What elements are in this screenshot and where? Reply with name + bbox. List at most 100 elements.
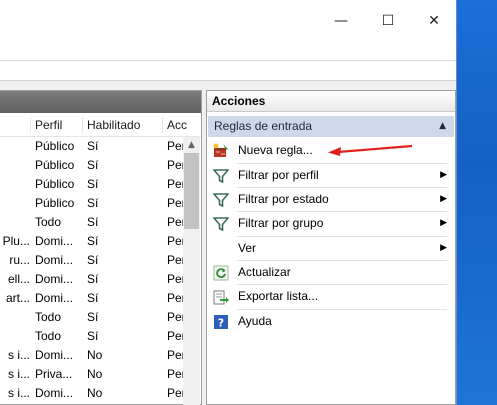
rule-name-cell: ell... xyxy=(7,272,30,286)
action-cell: Per xyxy=(167,177,183,191)
action-cell: Per xyxy=(167,348,183,362)
collapse-icon[interactable]: ▲ xyxy=(439,116,446,137)
submenu-arrow-icon: ▶ xyxy=(440,218,447,228)
column-headers: Perfil Habilitado Acc xyxy=(0,114,201,137)
enabled-cell: Sí xyxy=(87,272,99,286)
column-header-enabled[interactable]: Habilitado xyxy=(87,114,140,136)
desktop-background xyxy=(457,0,497,405)
enabled-cell: Sí xyxy=(87,215,99,229)
profile-cell: Público xyxy=(35,196,75,210)
table-row[interactable]: art... Domi... Sí Per xyxy=(0,289,183,308)
action-label: Ayuda xyxy=(238,314,272,328)
close-button[interactable]: ✕ xyxy=(422,10,446,32)
rule-name-cell: ru... xyxy=(9,253,30,267)
profile-cell: Domi... xyxy=(35,234,74,248)
action-cell: Per xyxy=(167,310,183,324)
enabled-cell: No xyxy=(87,348,103,362)
action-cell: Per xyxy=(167,386,183,400)
actions-title: Acciones xyxy=(207,91,455,112)
table-row[interactable]: ru... Domi... Sí Per xyxy=(0,251,183,270)
action-cell: Per xyxy=(167,329,183,343)
submenu-arrow-icon: ▶ xyxy=(440,170,447,180)
rule-name-cell: s i... xyxy=(7,386,30,400)
column-divider[interactable] xyxy=(30,117,31,133)
table-row[interactable]: s i... Domi... No Per xyxy=(0,346,183,365)
rules-list-pane: Perfil Habilitado Acc PúblicoSíPerPúblic… xyxy=(0,90,202,405)
export-icon xyxy=(213,290,229,305)
profile-cell: Público xyxy=(35,158,75,172)
action-label: Actualizar xyxy=(238,265,291,279)
profile-cell: Domi... xyxy=(35,291,74,305)
profile-cell: Público xyxy=(35,177,75,191)
table-row[interactable]: Todo Sí Per xyxy=(0,327,183,346)
action-cell: Per xyxy=(167,272,183,286)
menu-bar xyxy=(0,60,456,81)
filter-icon xyxy=(213,193,229,208)
action-label: Nueva regla... xyxy=(238,143,313,157)
rules-table: Público Sí Per Público Sí Per Público Sí Per Públ… xyxy=(0,137,183,403)
action-refresh[interactable]: Actualizar xyxy=(207,261,455,284)
new-rule-icon xyxy=(213,143,228,157)
profile-cell: Público xyxy=(35,139,75,153)
minimize-button[interactable]: — xyxy=(329,10,353,32)
action-cell: Per xyxy=(167,367,183,381)
refresh-icon xyxy=(213,265,229,281)
action-export-list[interactable]: Exportar lista... xyxy=(207,285,455,308)
filter-icon xyxy=(213,217,229,232)
profile-cell: Domi... xyxy=(35,348,74,362)
profile-cell: Todo xyxy=(35,310,62,324)
table-row[interactable]: Todo Sí Per xyxy=(0,308,183,327)
action-label: Filtrar por perfil xyxy=(238,168,319,182)
profile-cell: Priva... xyxy=(35,367,73,381)
rule-name-cell: s i... xyxy=(7,348,30,362)
enabled-cell: No xyxy=(87,386,103,400)
action-filter-state[interactable]: Filtrar por estado ▶ xyxy=(207,188,455,211)
table-row[interactable]: s i... Priva... No Per xyxy=(0,365,183,384)
title-bar: — ☐ ✕ xyxy=(0,0,456,60)
profile-cell: Todo xyxy=(35,215,62,229)
action-cell: Per xyxy=(167,253,183,267)
scrollbar-thumb[interactable] xyxy=(184,153,199,229)
rule-name-cell: art... xyxy=(5,291,30,305)
action-help[interactable]: ? Ayuda xyxy=(207,310,455,333)
submenu-arrow-icon: ▶ xyxy=(440,243,447,253)
action-label: Exportar lista... xyxy=(238,289,319,303)
enabled-cell: Sí xyxy=(87,177,99,191)
table-row[interactable]: Público Sí Per xyxy=(0,175,183,194)
table-row[interactable]: Público Sí Per xyxy=(0,156,183,175)
column-divider[interactable] xyxy=(82,117,83,133)
table-row[interactable]: Plu... Domi... Sí Per xyxy=(0,232,183,251)
section-inbound-rules[interactable]: Reglas de entrada ▲ xyxy=(208,116,454,137)
scroll-up-arrow-icon[interactable]: ▲ xyxy=(183,137,200,153)
maximize-button[interactable]: ☐ xyxy=(376,10,400,32)
rule-name-cell: Plu... xyxy=(2,234,30,248)
annotation-arrow xyxy=(328,144,413,156)
action-filter-group[interactable]: Filtrar por grupo ▶ xyxy=(207,212,455,235)
column-divider[interactable] xyxy=(162,117,163,133)
column-header-action[interactable]: Acc xyxy=(167,114,187,136)
action-cell: Per xyxy=(167,158,183,172)
action-label: Filtrar por grupo xyxy=(238,216,324,230)
enabled-cell: Sí xyxy=(87,310,99,324)
profile-cell: Domi... xyxy=(35,253,74,267)
enabled-cell: No xyxy=(87,367,103,381)
table-row[interactable]: ell... Domi... Sí Per xyxy=(0,270,183,289)
table-row[interactable]: Público Sí Per xyxy=(0,137,183,156)
help-icon: ? xyxy=(214,315,228,330)
enabled-cell: Sí xyxy=(87,158,99,172)
mmc-window: — ☐ ✕ Perfil Habilitado Acc Público Sí Per… xyxy=(0,0,457,405)
enabled-cell: Sí xyxy=(87,329,99,343)
table-row[interactable]: Todo Sí Per xyxy=(0,213,183,232)
enabled-cell: Sí xyxy=(87,291,99,305)
enabled-cell: Sí xyxy=(87,253,99,267)
table-row[interactable]: s i... Domi... No Per xyxy=(0,384,183,403)
action-view[interactable]: Ver ▶ xyxy=(207,237,455,260)
profile-cell: Domi... xyxy=(35,386,74,400)
pane-header xyxy=(0,91,201,113)
table-row[interactable]: Público Sí Per xyxy=(0,194,183,213)
action-filter-profile[interactable]: Filtrar por perfil ▶ xyxy=(207,164,455,187)
column-header-profile[interactable]: Perfil xyxy=(35,114,62,136)
submenu-arrow-icon: ▶ xyxy=(440,194,447,204)
action-cell: Per xyxy=(167,291,183,305)
vertical-scrollbar[interactable]: ▲ xyxy=(183,137,200,405)
